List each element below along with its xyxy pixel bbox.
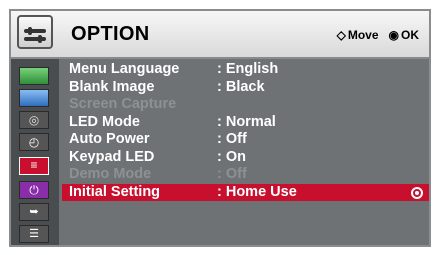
move-arrows-icon: ◇: [336, 28, 346, 42]
keypad-led-row[interactable]: Keypad LED : On: [62, 149, 429, 167]
row-label: Blank Image: [69, 78, 155, 95]
demo-mode-row: Demo Mode : Off: [62, 166, 429, 184]
row-label: Keypad LED: [69, 148, 155, 165]
screen-capture-row: Screen Capture: [62, 96, 429, 114]
row-label: Demo Mode: [69, 166, 152, 182]
row-label: Initial Setting: [69, 183, 161, 200]
timer-icon[interactable]: ◎: [19, 111, 49, 129]
picture-icon[interactable]: [19, 67, 49, 85]
enter-icon[interactable]: [411, 186, 423, 199]
info-icon[interactable]: ☰: [19, 225, 49, 243]
row-label: Screen Capture: [69, 96, 177, 112]
screen-icon[interactable]: [19, 89, 49, 107]
row-value: : Black: [217, 78, 265, 95]
ok-hint: ◉ OK: [389, 28, 419, 42]
move-hint: ◇ Move: [337, 28, 379, 42]
row-value: : Off: [217, 166, 247, 182]
row-value: : Normal: [217, 113, 276, 130]
row-value: : English: [217, 61, 279, 77]
option-list: Menu Language : English Blank Image : Bl…: [62, 61, 429, 201]
option-menu-window: OPTION ◇ Move ◉ OK ◎ ◴ ≡ ⏻ ➥ ☰ Menu Lang…: [9, 9, 431, 247]
ok-button-icon: ◉: [388, 28, 399, 42]
option-icon: [17, 15, 53, 49]
auto-power-row[interactable]: Auto Power : Off: [62, 131, 429, 149]
row-label: Auto Power: [69, 131, 150, 147]
ok-hint-label: OK: [401, 28, 419, 42]
power-icon[interactable]: ⏻: [19, 181, 49, 199]
input-icon[interactable]: ➥: [19, 203, 49, 221]
navigation-hints: ◇ Move ◉ OK: [337, 28, 419, 42]
row-value: : On: [217, 148, 246, 165]
blank-image-row[interactable]: Blank Image : Black: [62, 79, 429, 97]
menu-title: OPTION: [71, 23, 150, 45]
row-value: : Home Use: [217, 183, 297, 200]
row-label: Menu Language: [69, 61, 180, 77]
led-mode-row[interactable]: LED Mode : Normal: [62, 114, 429, 132]
clock-icon[interactable]: ◴: [19, 133, 49, 151]
menu-header: OPTION ◇ Move ◉ OK: [11, 11, 429, 59]
category-sidebar: ◎ ◴ ≡ ⏻ ➥ ☰: [11, 59, 59, 245]
move-hint-label: Move: [347, 28, 379, 42]
option-category-icon[interactable]: ≡: [19, 157, 49, 175]
row-label: LED Mode: [69, 113, 140, 130]
initial-setting-row[interactable]: Initial Setting : Home Use: [62, 183, 429, 201]
row-value: : Off: [217, 131, 247, 147]
menu-language-row[interactable]: Menu Language : English: [62, 61, 429, 79]
